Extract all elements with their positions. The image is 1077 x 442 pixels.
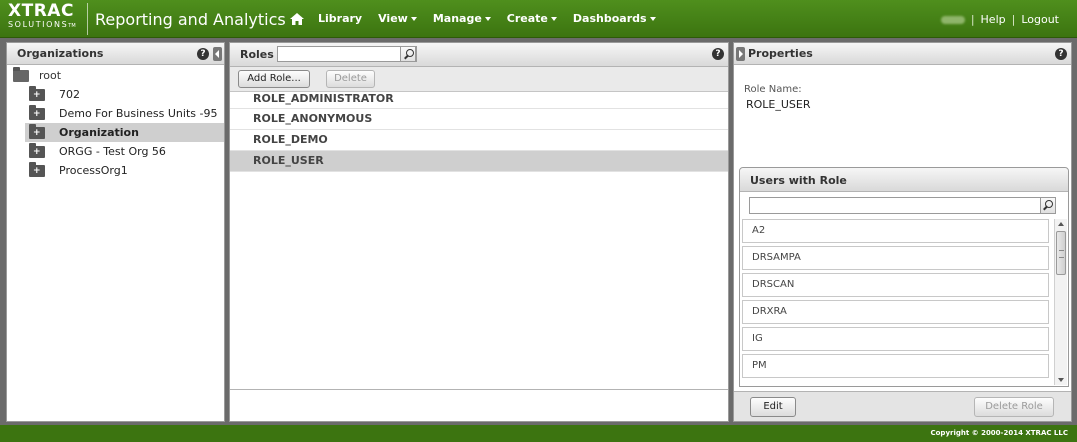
help-icon[interactable]: ? (197, 48, 209, 60)
folder-icon: + (29, 85, 45, 101)
roles-footer (230, 389, 728, 421)
folder-icon: + (29, 104, 45, 120)
xtrac-logo[interactable]: XTRAC SOLUTIONSTM (8, 3, 86, 35)
top-bar: XTRAC SOLUTIONSTM Reporting and Analytic… (0, 0, 1077, 38)
chevron-down-icon (550, 17, 557, 21)
users-with-role-title: Users with Role (750, 174, 847, 187)
scroll-up-icon[interactable] (1058, 222, 1064, 226)
expand-right-icon[interactable] (736, 47, 745, 61)
user-links: | Help | Logout (940, 13, 1059, 26)
chevron-down-icon (410, 17, 417, 21)
tree-item-organization[interactable]: + Organization (25, 123, 224, 142)
nav-dashboards[interactable]: Dashboards (573, 12, 656, 25)
list-item[interactable]: DRSAMPA (742, 246, 1049, 270)
nav-create[interactable]: Create (507, 12, 557, 25)
tree-root[interactable]: root (13, 66, 62, 82)
properties-panel: Properties ? Role Name: ROLE_USER Users … (733, 42, 1072, 422)
search-icon[interactable] (400, 46, 416, 62)
username-link[interactable] (940, 15, 965, 24)
roles-toolbar: Add Role... Delete (230, 67, 728, 92)
tree-item-demo-business-units[interactable]: + Demo For Business Units -95 (25, 104, 224, 123)
roles-panel: Roles ? Add Role... Delete ROLE_ADMINIST… (229, 42, 729, 422)
delete-role-button[interactable]: Delete Role (974, 397, 1054, 417)
collapse-left-icon[interactable] (213, 47, 222, 61)
logo-divider (87, 3, 88, 35)
folder-icon: + (29, 123, 45, 139)
role-row-demo[interactable]: ROLE_DEMO (230, 130, 728, 151)
role-name-value: ROLE_USER (746, 98, 811, 111)
organizations-title: Organizations (17, 47, 104, 60)
help-link[interactable]: Help (981, 13, 1006, 26)
app-title: Reporting and Analytics (95, 10, 286, 29)
users-scrollbar[interactable] (1054, 219, 1067, 385)
logout-link[interactable]: Logout (1021, 13, 1059, 26)
properties-title: Properties (748, 47, 813, 60)
copyright-footer: Copyright © 2000-2014 XTRAC LLC (0, 425, 1077, 442)
role-row-administrator[interactable]: ROLE_ADMINISTRATOR (230, 92, 728, 109)
roles-title: Roles (240, 48, 274, 61)
roles-header: Roles ? (230, 43, 728, 67)
list-item[interactable]: DRSCAN (742, 273, 1049, 297)
tree-item-702[interactable]: + 702 (25, 85, 224, 104)
org-tree: + 702 + Demo For Business Units -95 + Or… (25, 85, 224, 180)
users-with-role-panel: Users with Role A2 DRSAMPA DRSCAN DRXRA … (739, 167, 1069, 387)
scroll-down-icon[interactable] (1058, 378, 1064, 382)
nav-library[interactable]: Library (318, 12, 362, 25)
role-row-user[interactable]: ROLE_USER (230, 151, 728, 172)
logo-line2: SOLUTIONS (8, 20, 69, 29)
chevron-down-icon (484, 17, 491, 21)
organizations-header: Organizations ? (7, 43, 224, 65)
folder-icon: + (29, 161, 45, 177)
home-icon[interactable] (290, 12, 304, 25)
folder-icon: + (29, 142, 45, 158)
folder-open-icon (13, 66, 29, 82)
chevron-down-icon (649, 17, 656, 21)
tree-item-processorg1[interactable]: + ProcessOrg1 (25, 161, 224, 180)
organizations-panel: Organizations ? root + 702 + Demo For Bu… (6, 42, 225, 422)
nav-view[interactable]: View (378, 12, 417, 25)
properties-footer: Edit Delete Role (734, 391, 1071, 421)
role-name-label: Role Name: (744, 84, 802, 95)
list-item[interactable]: IG (742, 327, 1049, 351)
tree-root-label: root (39, 69, 62, 82)
logo-tm: TM (68, 23, 76, 29)
tree-item-orgg-test-org[interactable]: + ORGG - Test Org 56 (25, 142, 224, 161)
main-nav: Library View Manage Create Dashboards (290, 12, 672, 25)
users-list: A2 DRSAMPA DRSCAN DRXRA IG PM (742, 219, 1049, 381)
delete-button[interactable]: Delete (326, 70, 375, 88)
roles-list: ROLE_ADMINISTRATOR ROLE_ANONYMOUS ROLE_D… (230, 92, 728, 172)
list-item[interactable]: PM (742, 354, 1049, 378)
users-search-input[interactable] (749, 197, 1043, 214)
list-item[interactable]: DRXRA (742, 300, 1049, 324)
help-icon[interactable]: ? (1055, 48, 1067, 60)
roles-search-input[interactable] (277, 46, 417, 62)
add-role-button[interactable]: Add Role... (238, 70, 310, 88)
edit-button[interactable]: Edit (750, 397, 796, 417)
properties-header: Properties ? (734, 43, 1071, 65)
users-with-role-header: Users with Role (740, 168, 1068, 192)
separator: | (970, 13, 975, 26)
nav-manage[interactable]: Manage (433, 12, 491, 25)
separator: | (1011, 13, 1016, 26)
help-icon[interactable]: ? (712, 48, 724, 60)
logo-line1: XTRAC (8, 1, 74, 21)
search-icon[interactable] (1040, 197, 1056, 214)
role-row-anonymous[interactable]: ROLE_ANONYMOUS (230, 109, 728, 130)
list-item[interactable]: A2 (742, 219, 1049, 243)
scroll-thumb[interactable] (1056, 231, 1066, 275)
